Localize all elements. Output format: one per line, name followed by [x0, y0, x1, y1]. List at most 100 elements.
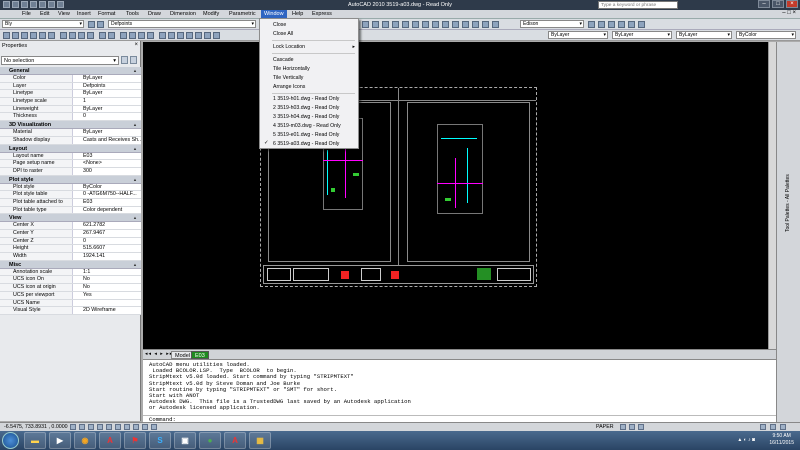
zoom-window-icon[interactable] [138, 32, 145, 39]
property-row[interactable]: Thickness 0 [0, 113, 141, 122]
workspace-combo[interactable]: Bly [2, 20, 84, 28]
property-row[interactable]: Width 1924.141 [0, 253, 141, 261]
window-menu-item[interactable]: Lock Location [273, 44, 305, 50]
property-row[interactable]: UCS icon On No [0, 276, 141, 285]
toolbar-icon-18[interactable] [618, 21, 625, 28]
property-row[interactable]: Page setup name <None> [0, 160, 141, 168]
acrobat-icon[interactable]: ⚑ [124, 432, 146, 449]
toolbar-icon-16[interactable] [598, 21, 605, 28]
publish-icon[interactable] [48, 32, 55, 39]
linetype-combo[interactable]: ByLayer [612, 31, 672, 39]
property-row[interactable]: Center Z0 [0, 237, 141, 246]
clean-screen-icon[interactable] [780, 424, 786, 430]
property-row[interactable]: DPI to raster 300 [0, 167, 141, 176]
property-value[interactable]: No [73, 284, 141, 291]
toolbar-icon-7[interactable] [422, 21, 429, 28]
system-tray[interactable]: ▲ ◐ ♪ ◙ [737, 437, 755, 443]
property-row[interactable]: Annotation scale 1:1 [0, 268, 141, 277]
toolbar-icon-5[interactable] [402, 21, 409, 28]
toolbar-icon-17[interactable] [608, 21, 615, 28]
menu-format[interactable]: Format [98, 11, 115, 17]
tab-layout-e03[interactable]: E03 [191, 351, 209, 359]
tab-nav-arrows[interactable]: ◂◂ ◂ ▸ ▸▸ [145, 351, 173, 357]
pan-icon[interactable] [120, 32, 127, 39]
close-icon[interactable]: × [134, 42, 138, 48]
osnap-icon[interactable] [106, 424, 112, 430]
property-row[interactable]: Height 515.6607 [0, 245, 141, 254]
zoom-realtime-icon[interactable] [129, 32, 136, 39]
lwt-icon[interactable] [142, 424, 148, 430]
toolbar-icon-14[interactable] [492, 21, 499, 28]
print-icon[interactable] [30, 32, 37, 39]
skype-icon[interactable]: S [149, 432, 171, 449]
save-file-icon[interactable] [21, 32, 28, 39]
close-button[interactable]: × [786, 0, 798, 8]
window-menu-item[interactable]: Cascade [273, 57, 293, 63]
search-input[interactable]: Type a keyword or phrase [598, 1, 678, 9]
zoom-previous-icon[interactable] [147, 32, 154, 39]
menu-parametric[interactable]: Parametric [229, 11, 256, 17]
toolbar-icon-13[interactable] [482, 21, 489, 28]
property-value[interactable] [73, 299, 141, 307]
grid-icon[interactable] [79, 424, 85, 430]
section-header[interactable]: View [0, 214, 141, 223]
property-value[interactable]: 515.6607 [73, 245, 141, 253]
copy-icon[interactable] [69, 32, 76, 39]
status-icon-a[interactable] [620, 424, 626, 430]
menu-edit[interactable]: Edit [40, 11, 49, 17]
monitor-icon[interactable]: ▣ [174, 432, 196, 449]
undo-icon-2[interactable] [99, 32, 106, 39]
command-input[interactable]: Command: [143, 415, 776, 423]
property-value[interactable]: 621.2782 [73, 222, 141, 229]
property-value[interactable]: ByLayer [73, 90, 141, 98]
toolbar-icon-20[interactable] [638, 21, 645, 28]
property-value[interactable]: 267.9467 [73, 230, 141, 237]
section-header[interactable]: Misc [0, 260, 141, 269]
open-file-icon[interactable] [12, 32, 19, 39]
property-row[interactable]: Shadow display Casts and Receives Sh... [0, 136, 141, 145]
preview-icon[interactable] [39, 32, 46, 39]
menu-modify[interactable]: Modify [203, 11, 219, 17]
section-header[interactable]: Plot style [0, 175, 141, 184]
property-row[interactable]: Visual Style 2D Wireframe [0, 307, 141, 315]
property-value[interactable]: Casts and Receives Sh... [73, 136, 141, 144]
toolbar-icon-8[interactable] [432, 21, 439, 28]
toolbar-icon-19[interactable] [628, 21, 635, 28]
property-value[interactable]: E03 [73, 152, 141, 160]
menu-draw[interactable]: Draw [148, 11, 161, 17]
window-menu-item[interactable]: Close All [273, 31, 293, 37]
media-icon[interactable]: ▶ [49, 432, 71, 449]
qp-icon[interactable] [151, 424, 157, 430]
layer-properties-icon[interactable] [88, 21, 95, 28]
sheet-set-icon[interactable] [186, 32, 193, 39]
property-value[interactable]: 0 [73, 237, 141, 245]
toolbar-icon-15[interactable] [588, 21, 595, 28]
vertical-scrollbar[interactable] [768, 42, 776, 349]
text-style-combo[interactable]: Edison [520, 20, 584, 28]
property-value[interactable]: 1:1 [73, 268, 141, 276]
polar-icon[interactable] [97, 424, 103, 430]
clock[interactable]: 9:50 AM 16/11/2015 [769, 433, 794, 447]
menu-view[interactable]: View [58, 11, 70, 17]
window-menu-item[interactable]: 3 3519-h04.dwg - Read Only [273, 114, 339, 120]
property-value[interactable]: ByLayer [73, 75, 141, 82]
quickcalc-icon[interactable] [204, 32, 211, 39]
property-row[interactable]: Linetype ByLayer [0, 90, 141, 99]
menu-help[interactable]: Help [292, 11, 303, 17]
property-value[interactable]: Yes [73, 291, 141, 299]
window-menu-item[interactable]: 1 3519-h01.dwg - Read Only [273, 96, 339, 102]
firefox-icon[interactable]: ◉ [74, 432, 96, 449]
property-row[interactable]: Layout name E03 [0, 152, 141, 161]
property-row[interactable]: UCS per viewport Yes [0, 291, 141, 300]
autocad-icon-2[interactable]: A [224, 432, 246, 449]
minimize-button[interactable]: – [758, 0, 770, 8]
color-combo[interactable]: ByLayer [548, 31, 608, 39]
status-icon-c[interactable] [638, 424, 644, 430]
window-menu-item[interactable]: 4 3519-m03.dwg - Read Only [273, 123, 341, 129]
ortho-icon[interactable] [88, 424, 94, 430]
window-menu-item[interactable]: 6 3519-a03.dwg - Read Only [273, 141, 339, 147]
help-icon[interactable] [213, 32, 220, 39]
select-objects-icon[interactable] [130, 56, 137, 64]
app-icon[interactable]: ▦ [249, 432, 271, 449]
dyn-icon[interactable] [133, 424, 139, 430]
